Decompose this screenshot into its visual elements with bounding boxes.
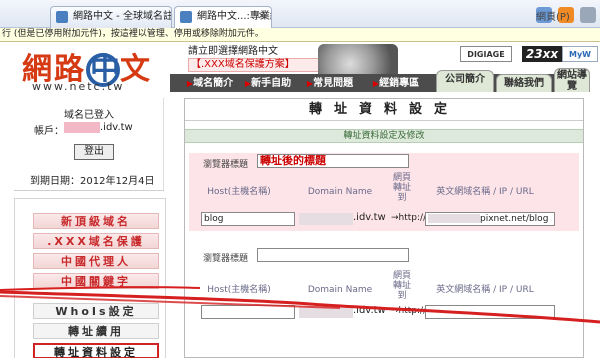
- tab-site-guide[interactable]: 網站導覽: [554, 68, 590, 92]
- sidebar-item-new-tld[interactable]: 新頂級域名: [33, 213, 159, 229]
- tab-company[interactable]: 公司簡介: [436, 70, 494, 92]
- domain-suffix-2: .idv.tw: [353, 305, 386, 316]
- sidebar-item-whois[interactable]: WhoIs設定: [33, 303, 159, 319]
- redirect-column-header: 網頁轉址到: [392, 173, 411, 203]
- favicon-icon: [180, 11, 192, 23]
- expiry-date: 到期日期：2012年12月4日: [30, 176, 155, 187]
- banner-line-1: 請立即選擇網路中文: [188, 46, 278, 57]
- sidebar-item-china-keyword[interactable]: 中國關鍵字: [33, 273, 159, 289]
- host-input[interactable]: blog: [201, 212, 295, 226]
- target-redacted: [428, 214, 480, 223]
- nav-item-faq[interactable]: ▶常見問題: [302, 76, 358, 92]
- nav-item-reseller[interactable]: ▶經銷專區: [366, 76, 426, 92]
- myw-badge[interactable]: MyW: [562, 46, 598, 62]
- settings-panel: 轉址資料設定 轉址資料設定及修改 瀏覽器標題 轉址後的標題 Host(主機名稱)…: [184, 98, 584, 358]
- target-column-header: 英文網域名稱 / IP / URL: [436, 187, 534, 197]
- domain-column-header: Domain Name: [307, 187, 373, 197]
- nav-item-domain-intro[interactable]: ▶域名簡介: [182, 76, 238, 92]
- page-title: 轉址資料設定: [185, 99, 583, 121]
- sidebar-item-redirect-settings[interactable]: 轉址資料設定: [33, 343, 159, 358]
- redirect-arrow-2: →http://: [391, 306, 427, 316]
- domain-redacted-2: [299, 306, 353, 318]
- logo-text-right: 文: [120, 52, 152, 87]
- browser-title-label-2: 瀏覽器標題: [203, 254, 249, 264]
- browser-title-label: 瀏覽器標題: [203, 160, 249, 170]
- browser-title-input-2[interactable]: [257, 248, 409, 262]
- 23xx-badge[interactable]: 23xx: [522, 46, 562, 62]
- page-menu[interactable]: 網頁(P): [536, 8, 570, 23]
- addon-infobar[interactable]: 行 (但是已停用附加元件)，按這裡以管理、停用或移除附加元件。: [0, 28, 600, 42]
- sidebar-item-xxx-protect[interactable]: .XXX域名保護: [33, 233, 159, 249]
- main-content: 轉址資料設定 轉址資料設定及修改 瀏覽器標題 轉址後的標題 Host(主機名稱)…: [170, 94, 600, 358]
- account-redacted: [64, 122, 100, 133]
- browser-tab-2[interactable]: 網路中文...:專業網域... ✕: [174, 6, 272, 28]
- digiage-badge[interactable]: DIGIAGE: [460, 46, 512, 62]
- login-status-box: 域名已登入 帳戶： .idv.tw 登出 到期日期：2012年12月4日: [14, 98, 164, 190]
- sidebar-item-redirect-renew[interactable]: 轉址續用: [33, 323, 159, 339]
- browser-tab-1[interactable]: 網路中文 - 全球域名註冊...: [50, 6, 172, 28]
- main-nav: ▶域名簡介 ▶新手自助 ▶常見問題 ▶經銷專區 公司簡介 聯絡我們 網站導覽: [170, 68, 600, 92]
- account-domain: .idv.tw: [100, 122, 133, 133]
- target-url-input[interactable]: pixnet.net/blog: [425, 212, 555, 226]
- logo-url: www.netc.tw: [32, 80, 125, 93]
- sidebar-item-china-agent[interactable]: 中國代理人: [33, 253, 159, 269]
- favicon-icon: [56, 11, 68, 23]
- print-icon[interactable]: [580, 7, 596, 23]
- browser-title-input[interactable]: 轉址後的標題: [257, 154, 409, 168]
- divider: [14, 190, 164, 191]
- redirect-column-header-2: 網頁轉址到: [392, 271, 411, 301]
- logout-button[interactable]: 登出: [74, 144, 114, 160]
- redirect-arrow: →http://: [391, 213, 427, 223]
- host-column-header-2: Host(主機名稱): [207, 285, 271, 295]
- domain-suffix: .idv.tw: [353, 212, 386, 223]
- sidebar-menu: 新頂級域名 .XXX域名保護 中國代理人 中國關鍵字 WhoIs設定 轉址續用 …: [14, 198, 166, 358]
- login-status: 域名已登入: [64, 110, 114, 121]
- domain-redacted: [299, 213, 353, 225]
- target-url-input-2[interactable]: [425, 305, 555, 319]
- browser-toolbar: 網頁(P): [536, 6, 596, 24]
- domain-column-header-2: Domain Name: [307, 285, 373, 295]
- target-column-header-2: 英文網域名稱 / IP / URL: [436, 285, 534, 295]
- tab-contact[interactable]: 聯絡我們: [496, 74, 552, 92]
- nav-item-self-help[interactable]: ▶新手自助: [240, 76, 296, 92]
- account-label: 帳戶：: [34, 126, 64, 137]
- host-input-2[interactable]: [201, 305, 295, 319]
- tab-label: 網路中文 - 全球域名註冊...: [73, 11, 172, 22]
- left-sidebar: 域名已登入 帳戶： .idv.tw 登出 到期日期：2012年12月4日 新頂級…: [0, 94, 170, 358]
- section-subtitle: 轉址資料設定及修改: [185, 129, 583, 143]
- close-icon[interactable]: ✕: [258, 7, 266, 27]
- browser-tab-bar: 網路中文 - 全球域名註冊... 網路中文...:專業網域... ✕ 網頁(P): [0, 0, 600, 28]
- host-column-header: Host(主機名稱): [207, 187, 271, 197]
